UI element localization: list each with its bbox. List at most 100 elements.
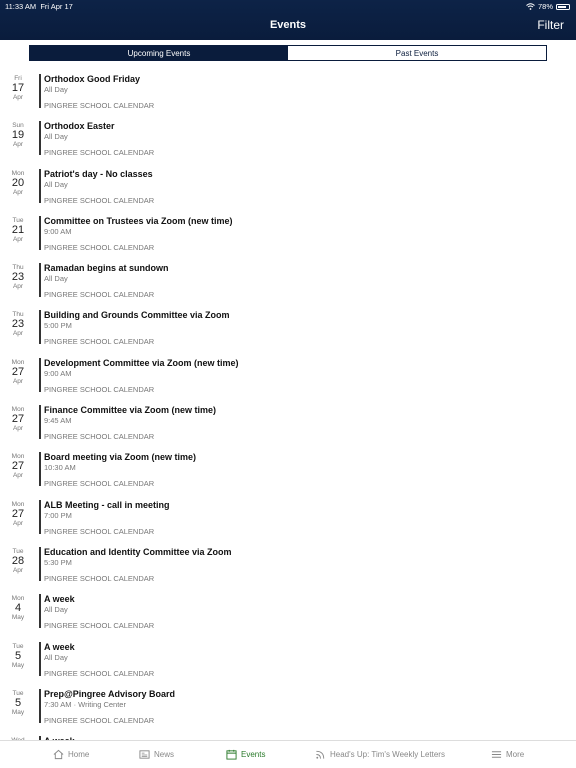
event-day: 27 [11, 365, 25, 378]
tab-news-label: News [154, 750, 175, 759]
event-day: 20 [11, 176, 25, 189]
event-title: Development Committee via Zoom (new time… [44, 357, 239, 368]
tab-more[interactable]: More [491, 749, 524, 760]
event-month: Apr [12, 425, 24, 433]
event-title: Orthodox Easter [44, 121, 115, 132]
event-item[interactable]: Thu 23 Apr Ramadan begins at sundown All… [0, 261, 576, 308]
event-item[interactable]: Mon 27 Apr ALB Meeting - call in meeting… [0, 498, 576, 545]
event-calendar: PINGREE SCHOOL CALENDAR [44, 621, 155, 631]
event-title: Patriot's day - No classes [44, 168, 153, 179]
event-item[interactable]: Tue 21 Apr Committee on Trustees via Zoo… [0, 214, 576, 261]
event-item[interactable]: Mon 27 Apr Development Committee via Zoo… [0, 356, 576, 403]
calendar-icon [226, 749, 237, 760]
event-item[interactable]: Tue 5 May Prep@Pingree Advisory Board 7:… [0, 687, 576, 734]
event-info: Finance Committee via Zoom (new time) 9:… [44, 405, 216, 441]
event-divider [39, 215, 41, 250]
event-calendar: PINGREE SCHOOL CALENDAR [44, 715, 155, 725]
tab-news[interactable]: News [139, 749, 174, 760]
tab-events[interactable]: Events [226, 749, 265, 760]
event-weekday: Thu [12, 311, 24, 319]
event-time: 5:00 PM [44, 321, 72, 331]
event-day: 23 [11, 318, 25, 331]
event-date: Mon 27 Apr [4, 501, 32, 527]
event-day: 21 [11, 223, 25, 236]
event-item[interactable]: Thu 23 Apr Building and Grounds Committe… [0, 308, 576, 355]
event-divider [39, 499, 41, 534]
event-weekday: Mon [11, 453, 25, 461]
event-month: Apr [12, 141, 24, 149]
event-weekday: Tue [12, 547, 24, 555]
segment-upcoming-events[interactable]: Upcoming Events [30, 46, 288, 60]
event-divider [39, 263, 41, 298]
event-date: Mon 27 Apr [4, 406, 32, 432]
event-divider [39, 641, 41, 676]
status-bar-right: 78% [526, 2, 570, 11]
event-title: Board meeting via Zoom (new time) [44, 452, 197, 463]
event-info: Patriot's day - No classes All Day PINGR… [44, 169, 154, 205]
event-item[interactable]: Mon 4 May A week All Day PINGREE SCHOOL … [0, 592, 576, 639]
event-date: Thu 23 Apr [4, 264, 32, 290]
event-time: All Day [44, 132, 68, 142]
event-weekday: Mon [11, 595, 25, 603]
event-calendar: PINGREE SCHOOL CALENDAR [44, 573, 155, 583]
page-title: Events [269, 19, 307, 31]
event-calendar: PINGREE SCHOOL CALENDAR [44, 337, 155, 347]
event-month: Apr [12, 566, 24, 574]
event-date: Fri 17 Apr [4, 75, 32, 101]
event-calendar: PINGREE SCHOOL CALENDAR [44, 432, 155, 442]
tab-heads-up[interactable]: Head's Up: Tim's Weekly Letters [315, 749, 445, 760]
event-date: Thu 23 Apr [4, 311, 32, 337]
filter-button[interactable]: Filter [537, 18, 564, 32]
event-time: 7:00 PM [44, 510, 72, 520]
event-item[interactable]: Mon 27 Apr Board meeting via Zoom (new t… [0, 450, 576, 497]
event-date: Sun 19 Apr [4, 122, 32, 148]
event-date: Tue 21 Apr [4, 217, 32, 243]
event-item[interactable]: Tue 5 May A week All Day PINGREE SCHOOL … [0, 640, 576, 687]
event-info: Building and Grounds Committee via Zoom … [44, 310, 230, 346]
rss-icon [316, 750, 325, 759]
event-item[interactable]: Tue 28 Apr Education and Identity Commit… [0, 545, 576, 592]
event-weekday: Tue [12, 689, 24, 697]
event-item[interactable]: Fri 17 Apr Orthodox Good Friday All Day … [0, 72, 576, 119]
event-day: 4 [14, 602, 22, 615]
event-info: A week All Day PINGREE SCHOOL CALENDAR [44, 642, 154, 678]
event-item[interactable]: Mon 20 Apr Patriot's day - No classes Al… [0, 167, 576, 214]
event-time: All Day [44, 605, 68, 615]
event-title: Finance Committee via Zoom (new time) [44, 405, 217, 416]
event-time: All Day [44, 652, 68, 662]
event-title: Education and Identity Committee via Zoo… [44, 546, 232, 557]
event-weekday: Mon [11, 169, 25, 177]
event-item[interactable]: Sun 19 Apr Orthodox Easter All Day PINGR… [0, 119, 576, 166]
event-month: Apr [12, 188, 24, 196]
newspaper-icon [139, 750, 150, 759]
event-title: A week [44, 594, 75, 605]
event-divider [39, 546, 41, 581]
event-calendar: PINGREE SCHOOL CALENDAR [44, 101, 155, 110]
event-info: ALB Meeting - call in meeting 7:00 PM PI… [44, 500, 170, 536]
event-info: A week All Day PINGREE SCHOOL CALENDAR [44, 594, 154, 630]
events-list[interactable]: Fri 17 Apr Orthodox Good Friday All Day … [0, 72, 576, 740]
event-time: 9:45 AM [44, 416, 72, 426]
event-item[interactable]: Mon 27 Apr Finance Committee via Zoom (n… [0, 403, 576, 450]
event-divider [39, 74, 41, 108]
tab-home[interactable]: Home [53, 749, 89, 760]
event-month: Apr [12, 519, 24, 527]
event-title: Prep@Pingree Advisory Board [44, 688, 175, 699]
tab-events-label: Events [241, 750, 266, 759]
event-date: Mon 20 Apr [4, 170, 32, 196]
event-divider [39, 688, 41, 723]
event-info: Ramadan begins at sundown All Day PINGRE… [44, 263, 169, 299]
event-date: Tue 5 May [4, 643, 32, 669]
event-divider [39, 452, 41, 487]
event-month: Apr [12, 94, 24, 101]
event-date: Mon 27 Apr [4, 359, 32, 385]
segment-past-events[interactable]: Past Events [288, 46, 546, 60]
event-calendar: PINGREE SCHOOL CALENDAR [44, 148, 155, 158]
event-divider [39, 168, 41, 203]
tab-bar: Home News Events Head's Up: Tim's Weekly… [0, 740, 576, 768]
event-date: Mon 27 Apr [4, 453, 32, 479]
event-time: 5:30 PM [44, 557, 72, 567]
event-weekday: Tue [12, 216, 24, 224]
event-month: May [11, 708, 25, 716]
event-day: 23 [11, 271, 25, 284]
